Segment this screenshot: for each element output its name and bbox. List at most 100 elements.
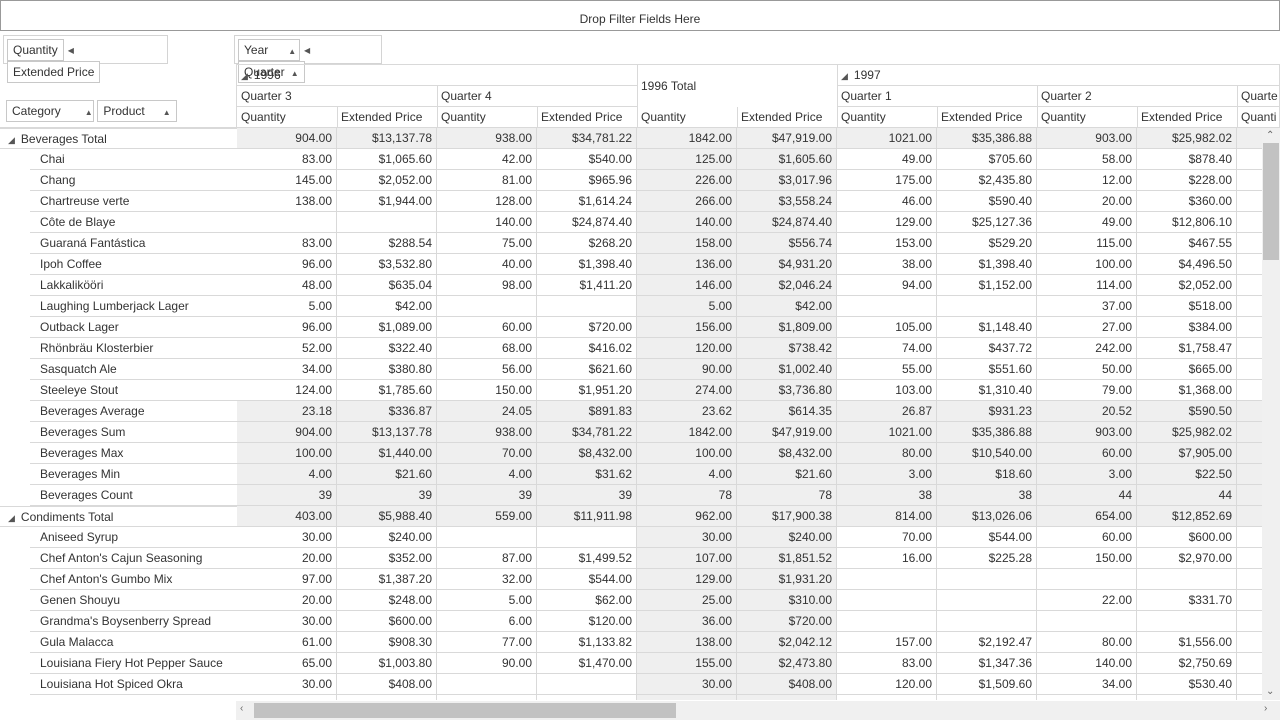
data-cell[interactable]: $2,052.00 bbox=[1137, 275, 1237, 296]
data-cell[interactable]: 962.00 bbox=[637, 506, 737, 527]
data-cell[interactable]: $437.72 bbox=[937, 338, 1037, 359]
data-cell[interactable]: $24,874.40 bbox=[737, 212, 837, 233]
data-cell[interactable]: 654.00 bbox=[1037, 506, 1137, 527]
data-cell[interactable]: $551.60 bbox=[937, 359, 1037, 380]
data-cell[interactable]: 60.00 bbox=[1037, 527, 1137, 548]
row-header-summary[interactable]: Beverages Min bbox=[30, 464, 237, 485]
data-cell[interactable]: 266.00 bbox=[637, 191, 737, 212]
data-cell[interactable]: 5.00 bbox=[637, 296, 737, 317]
data-cell[interactable]: 1021.00 bbox=[837, 422, 937, 443]
data-cell[interactable]: $1,152.00 bbox=[937, 275, 1037, 296]
data-cell[interactable]: $1,605.60 bbox=[737, 149, 837, 170]
data-cell[interactable]: $1,951.20 bbox=[537, 380, 637, 401]
data-cell[interactable]: 158.00 bbox=[637, 233, 737, 254]
data-cell[interactable]: $600.00 bbox=[337, 611, 437, 632]
data-cell[interactable] bbox=[937, 590, 1037, 611]
data-cell[interactable]: $1,089.00 bbox=[337, 317, 437, 338]
data-cell[interactable]: 78 bbox=[737, 485, 837, 506]
data-cell[interactable]: 34.00 bbox=[237, 359, 337, 380]
data-cell[interactable]: $268.20 bbox=[537, 233, 637, 254]
data-cell[interactable]: $1,002.40 bbox=[737, 359, 837, 380]
data-cell[interactable] bbox=[1237, 674, 1262, 695]
data-cell[interactable] bbox=[537, 527, 637, 548]
data-cell[interactable]: $62.00 bbox=[537, 590, 637, 611]
data-cell[interactable]: $2,046.24 bbox=[737, 275, 837, 296]
data-cell[interactable]: 90.00 bbox=[637, 359, 737, 380]
data-cell[interactable]: $12,806.10 bbox=[1137, 212, 1237, 233]
data-cell[interactable]: $408.00 bbox=[337, 674, 437, 695]
data-cell[interactable]: 39 bbox=[337, 485, 437, 506]
data-cell[interactable]: $1,614.24 bbox=[537, 191, 637, 212]
data-cell[interactable]: $4,496.50 bbox=[1137, 254, 1237, 275]
data-cell[interactable]: $1,387.20 bbox=[337, 569, 437, 590]
row-header-item[interactable]: Chef Anton's Cajun Seasoning bbox=[30, 548, 237, 569]
row-header-item[interactable]: Rhönbräu Klosterbier bbox=[30, 338, 237, 359]
data-cell[interactable]: $1,003.80 bbox=[337, 653, 437, 674]
data-cell[interactable] bbox=[1237, 653, 1262, 674]
data-cell[interactable]: 4.00 bbox=[237, 464, 337, 485]
data-field-quantity[interactable]: Quantity bbox=[7, 39, 64, 61]
data-cell[interactable]: $965.96 bbox=[537, 170, 637, 191]
vertical-scroll-thumb[interactable] bbox=[1263, 143, 1279, 260]
data-cell[interactable]: 70.00 bbox=[437, 443, 537, 464]
data-cell[interactable]: $529.20 bbox=[937, 233, 1037, 254]
data-cell[interactable]: $8,432.00 bbox=[537, 443, 637, 464]
data-cell[interactable]: $11,911.98 bbox=[537, 506, 637, 527]
row-header-item[interactable]: Lakkalikööri bbox=[30, 275, 237, 296]
data-cell[interactable]: 226.00 bbox=[637, 170, 737, 191]
data-cell[interactable]: 100.00 bbox=[1037, 254, 1137, 275]
data-cell[interactable]: $310.00 bbox=[737, 590, 837, 611]
data-cell[interactable]: 77.00 bbox=[437, 632, 537, 653]
data-cell[interactable]: 136.00 bbox=[637, 254, 737, 275]
row-header-summary[interactable]: Beverages Average bbox=[30, 401, 237, 422]
data-cell[interactable]: 128.00 bbox=[437, 191, 537, 212]
data-cell[interactable] bbox=[1237, 359, 1262, 380]
data-cell[interactable]: $705.60 bbox=[937, 149, 1037, 170]
data-cell[interactable]: $1,398.40 bbox=[537, 254, 637, 275]
data-cell[interactable]: $635.04 bbox=[337, 275, 437, 296]
data-cell[interactable]: $17,900.38 bbox=[737, 506, 837, 527]
row-header-item[interactable]: Grandma's Boysenberry Spread bbox=[30, 611, 237, 632]
data-cell[interactable] bbox=[1237, 695, 1262, 700]
data-cell[interactable]: 125.00 bbox=[637, 149, 737, 170]
data-cell[interactable]: 34.00 bbox=[1037, 674, 1137, 695]
data-cell[interactable]: 23.18 bbox=[237, 401, 337, 422]
data-cell[interactable]: 65.00 bbox=[237, 653, 337, 674]
data-cell[interactable]: 32.00 bbox=[437, 569, 537, 590]
data-cell[interactable]: 42.00 bbox=[437, 149, 537, 170]
column-header-measure[interactable]: Quantity bbox=[837, 107, 938, 128]
column-header-measure[interactable]: Quantity bbox=[437, 107, 538, 128]
row-header-item[interactable]: Laughing Lumberjack Lager bbox=[30, 296, 237, 317]
data-cell[interactable]: $3,532.80 bbox=[337, 254, 437, 275]
data-cell[interactable]: $2,192.47 bbox=[937, 632, 1037, 653]
data-cell[interactable]: 83.00 bbox=[837, 653, 937, 674]
data-cell[interactable]: 120.00 bbox=[837, 674, 937, 695]
data-cell[interactable]: 4.00 bbox=[637, 464, 737, 485]
data-cell[interactable]: 25.00 bbox=[637, 590, 737, 611]
data-cell[interactable] bbox=[1237, 506, 1262, 527]
scroll-up-icon[interactable]: ⌃ bbox=[1266, 130, 1274, 141]
data-cell[interactable]: 904.00 bbox=[237, 422, 337, 443]
data-cell[interactable]: 20.00 bbox=[237, 548, 337, 569]
data-cell[interactable]: $1,499.52 bbox=[537, 548, 637, 569]
data-cell[interactable]: $248.00 bbox=[337, 590, 437, 611]
data-cell[interactable]: 5.00 bbox=[437, 590, 537, 611]
data-cell[interactable]: $5,988.40 bbox=[337, 506, 437, 527]
data-cell[interactable]: 36.00 bbox=[637, 611, 737, 632]
column-header-quarter[interactable]: Quarter 2 bbox=[1037, 86, 1238, 107]
data-cell[interactable]: $540.00 bbox=[537, 149, 637, 170]
data-cell[interactable]: 48.00 bbox=[237, 275, 337, 296]
data-cell[interactable]: 74.00 bbox=[837, 338, 937, 359]
data-cell[interactable]: $1,509.60 bbox=[937, 674, 1037, 695]
data-cell[interactable]: $12,852.69 bbox=[1137, 506, 1237, 527]
data-cell[interactable]: $13,137.78 bbox=[337, 422, 437, 443]
data-cell[interactable]: $1,440.00 bbox=[337, 443, 437, 464]
data-cell[interactable]: 903.00 bbox=[1037, 422, 1137, 443]
row-field-category[interactable]: Category ▲ bbox=[6, 100, 94, 122]
data-cell[interactable]: 903.00 bbox=[1037, 128, 1137, 149]
data-cell[interactable]: $10,540.00 bbox=[937, 443, 1037, 464]
data-cell[interactable]: 20.00 bbox=[237, 590, 337, 611]
data-cell[interactable]: $931.23 bbox=[937, 401, 1037, 422]
data-cell[interactable]: 44 bbox=[1137, 485, 1237, 506]
data-cell[interactable] bbox=[937, 611, 1037, 632]
